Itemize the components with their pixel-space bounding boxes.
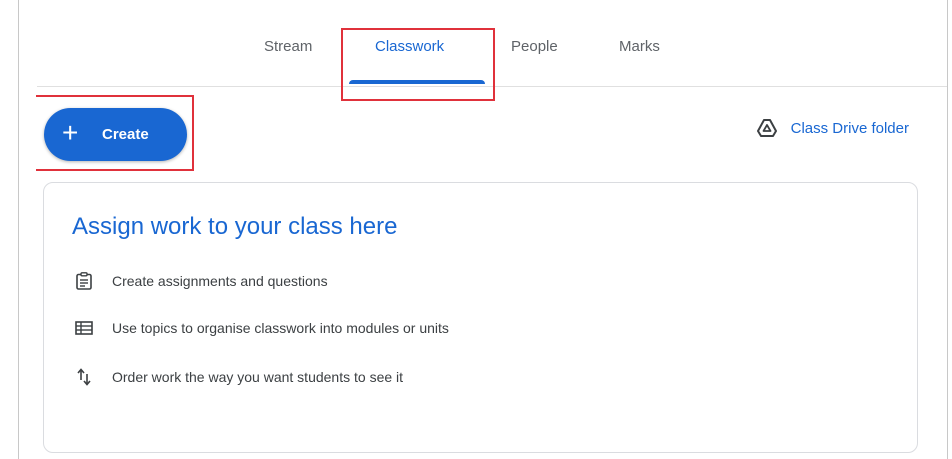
- empty-state-item: Use topics to organise classwork into mo…: [74, 318, 449, 338]
- create-button-highlight-box: [36, 95, 194, 171]
- class-drive-folder-link[interactable]: Class Drive folder: [756, 119, 909, 137]
- assignment-icon: [74, 271, 94, 291]
- classwork-tab-highlight-box: [341, 28, 495, 101]
- empty-state-item-text: Use topics to organise classwork into mo…: [112, 320, 449, 336]
- drive-link-label: Class Drive folder: [790, 119, 909, 137]
- empty-state-title: Assign work to your class here: [72, 213, 398, 240]
- tab-marks[interactable]: Marks: [619, 38, 660, 55]
- empty-state-item: Create assignments and questions: [74, 271, 328, 291]
- empty-state-card: Assign work to your class here Create as…: [43, 182, 918, 453]
- empty-state-item-text: Create assignments and questions: [112, 273, 328, 289]
- tab-people[interactable]: People: [511, 38, 558, 55]
- empty-state-item-text: Order work the way you want students to …: [112, 369, 404, 385]
- empty-state-item: Order work the way you want students to …: [74, 367, 403, 387]
- tab-stream[interactable]: Stream: [264, 38, 312, 55]
- topics-icon: [74, 318, 94, 338]
- reorder-icon: [74, 367, 94, 387]
- drive-icon: [756, 119, 777, 137]
